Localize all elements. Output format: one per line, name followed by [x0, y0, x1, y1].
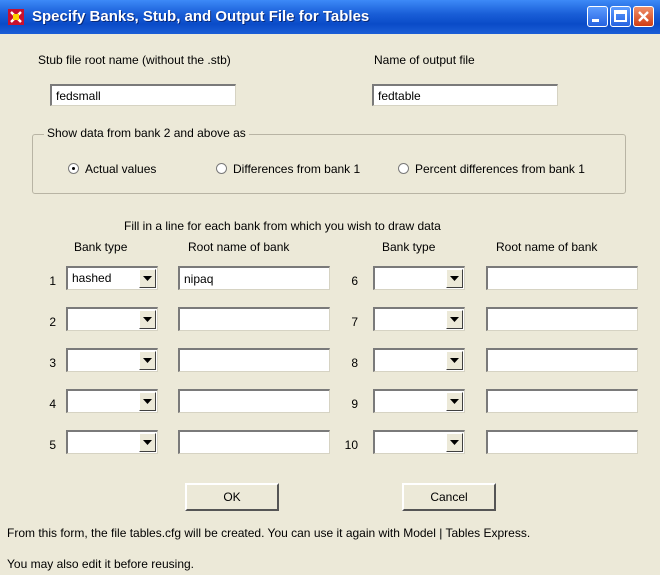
chevron-down-icon: [450, 440, 459, 445]
chevron-down-icon: [450, 399, 459, 404]
bank-row-number: 4: [49, 397, 56, 411]
chevron-down-icon: [143, 399, 152, 404]
bank-root-name-input[interactable]: [178, 266, 330, 290]
bank-type-select[interactable]: hashed: [66, 266, 158, 290]
bank-type-header-left: Bank type: [74, 240, 128, 254]
bank-type-select[interactable]: [66, 389, 158, 413]
banks-instruction: Fill in a line for each bank from which …: [124, 219, 441, 233]
bank-root-name-input[interactable]: [486, 389, 638, 413]
bank-root-name-input[interactable]: [178, 389, 330, 413]
footer-note-line2: You may also edit it before reusing.: [7, 557, 195, 571]
stub-file-input[interactable]: [50, 84, 236, 106]
radio-button: [398, 163, 409, 174]
bank-root-name-input[interactable]: [486, 348, 638, 372]
maximize-icon: [614, 10, 627, 22]
radio-label: Actual values: [85, 162, 157, 176]
bank-row-number: 1: [49, 274, 56, 288]
ok-button[interactable]: OK: [185, 483, 279, 511]
maximize-button[interactable]: [610, 6, 631, 27]
output-file-input[interactable]: [372, 84, 558, 106]
window-title: Specify Banks, Stub, and Output File for…: [32, 8, 370, 25]
bank-type-select[interactable]: [373, 266, 465, 290]
dropdown-button[interactable]: [446, 433, 463, 452]
bank-type-header-right: Bank type: [382, 240, 436, 254]
chevron-down-icon: [450, 276, 459, 281]
bank-type-select[interactable]: [373, 307, 465, 331]
bank-root-name-input[interactable]: [486, 307, 638, 331]
bank-row-number: 5: [49, 438, 56, 452]
radio-button: [216, 163, 227, 174]
bank-type-select[interactable]: [373, 348, 465, 372]
chevron-down-icon: [143, 358, 152, 363]
bank-row-number: 7: [351, 315, 358, 329]
dropdown-button[interactable]: [446, 351, 463, 370]
bank-type-select[interactable]: [66, 430, 158, 454]
bank-type-select[interactable]: [373, 430, 465, 454]
bank-row-number: 6: [351, 274, 358, 288]
dropdown-button[interactable]: [139, 351, 156, 370]
chevron-down-icon: [450, 317, 459, 322]
bank-row-number: 9: [351, 397, 358, 411]
bank-root-name-input[interactable]: [178, 348, 330, 372]
minimize-button[interactable]: [587, 6, 608, 27]
minimize-icon: [592, 19, 599, 22]
chevron-down-icon: [450, 358, 459, 363]
dropdown-button[interactable]: [446, 392, 463, 411]
stub-file-label: Stub file root name (without the .stb): [38, 53, 231, 67]
bank-row-number: 8: [351, 356, 358, 370]
bank-root-name-input[interactable]: [486, 430, 638, 454]
dropdown-button[interactable]: [139, 269, 156, 288]
bank-row-number: 10: [344, 438, 358, 452]
radio-label: Differences from bank 1: [233, 162, 361, 176]
footer-note-line1: From this form, the file tables.cfg will…: [7, 526, 531, 540]
cancel-button[interactable]: Cancel: [402, 483, 496, 511]
chevron-down-icon: [143, 440, 152, 445]
output-file-label: Name of output file: [374, 53, 475, 67]
app-icon: [8, 9, 24, 25]
dropdown-button[interactable]: [139, 433, 156, 452]
show-data-group-title: Show data from bank 2 and above as: [44, 126, 249, 140]
close-icon: [638, 11, 649, 22]
bank-type-select[interactable]: [66, 307, 158, 331]
root-name-header-right: Root name of bank: [496, 240, 598, 254]
bank-root-name-input[interactable]: [178, 430, 330, 454]
radio-label: Percent differences from bank 1: [415, 162, 585, 176]
dropdown-button[interactable]: [446, 269, 463, 288]
bank-row-number: 2: [49, 315, 56, 329]
bank-type-select[interactable]: [373, 389, 465, 413]
close-button[interactable]: [633, 6, 654, 27]
dialog-window: Specify Banks, Stub, and Output File for…: [0, 0, 660, 575]
root-name-header-left: Root name of bank: [188, 240, 290, 254]
bank-type-value: hashed: [72, 271, 112, 285]
radio-button-selected: [68, 163, 79, 174]
chevron-down-icon: [143, 317, 152, 322]
dropdown-button[interactable]: [446, 310, 463, 329]
bank-row-number: 3: [49, 356, 56, 370]
title-bar[interactable]: Specify Banks, Stub, and Output File for…: [0, 0, 660, 34]
dropdown-button[interactable]: [139, 310, 156, 329]
dropdown-button[interactable]: [139, 392, 156, 411]
bank-type-select[interactable]: [66, 348, 158, 372]
bank-root-name-input[interactable]: [486, 266, 638, 290]
chevron-down-icon: [143, 276, 152, 281]
bank-root-name-input[interactable]: [178, 307, 330, 331]
